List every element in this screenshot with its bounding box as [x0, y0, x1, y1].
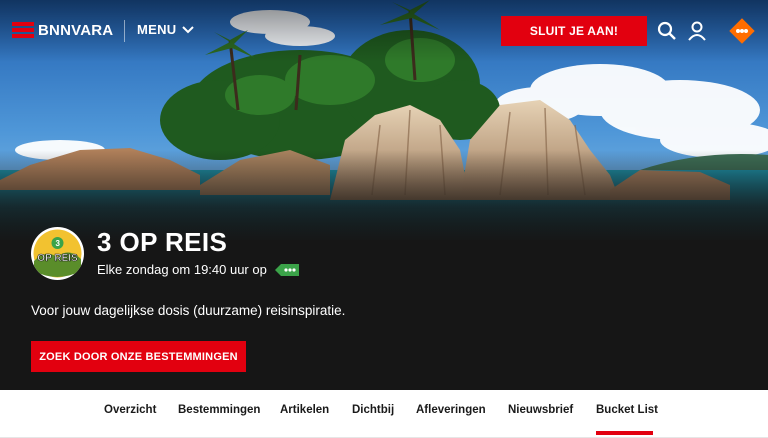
user-icon[interactable]	[687, 21, 707, 41]
logo-text: BNNVARA	[38, 21, 114, 39]
nav-item-nieuwsbrief[interactable]: Nieuwsbrief	[508, 404, 573, 416]
npo3-icon	[274, 263, 299, 276]
chevron-down-icon	[182, 25, 195, 33]
nav-item-overzicht[interactable]: Overzicht	[104, 404, 156, 416]
menu-label: MENU	[137, 22, 177, 37]
program-avatar: 3 OP REIS	[31, 227, 84, 280]
svg-text:3: 3	[56, 239, 61, 248]
bnnvara-logo-icon	[12, 22, 34, 38]
search-icon[interactable]	[657, 21, 677, 41]
program-logo: 3 OP REIS	[33, 229, 82, 278]
nav-item-artikelen[interactable]: Artikelen	[280, 404, 329, 416]
bnnvara-logo[interactable]: BNNVARA	[12, 19, 113, 41]
menu-button[interactable]: MENU	[137, 22, 195, 37]
nav-item-bucket-list[interactable]: Bucket List	[596, 404, 658, 416]
program-title: 3 OP REIS	[97, 227, 228, 257]
program-schedule: Elke zondag om 19:40 uur op	[97, 262, 299, 277]
program-nav: Overzicht Bestemmingen Artikelen Dichtbi…	[0, 390, 768, 438]
site-header: BNNVARA MENU SLUIT JE AAN!	[0, 0, 768, 62]
nav-item-bestemmingen[interactable]: Bestemmingen	[178, 404, 260, 416]
active-tab-indicator	[596, 431, 653, 435]
npo-icon[interactable]	[729, 18, 755, 44]
svg-text:OP REIS: OP REIS	[37, 253, 78, 264]
search-destinations-button[interactable]: ZOEK DOOR ONZE BESTEMMINGEN	[31, 341, 246, 372]
program-description: Voor jouw dagelijkse dosis (duurzame) re…	[31, 303, 346, 318]
join-button[interactable]: SLUIT JE AAN!	[501, 16, 647, 46]
nav-item-dichtbij[interactable]: Dichtbij	[352, 404, 394, 416]
nav-item-afleveringen[interactable]: Afleveringen	[416, 404, 486, 416]
header-divider	[124, 20, 125, 42]
schedule-text: Elke zondag om 19:40 uur op	[97, 262, 267, 277]
